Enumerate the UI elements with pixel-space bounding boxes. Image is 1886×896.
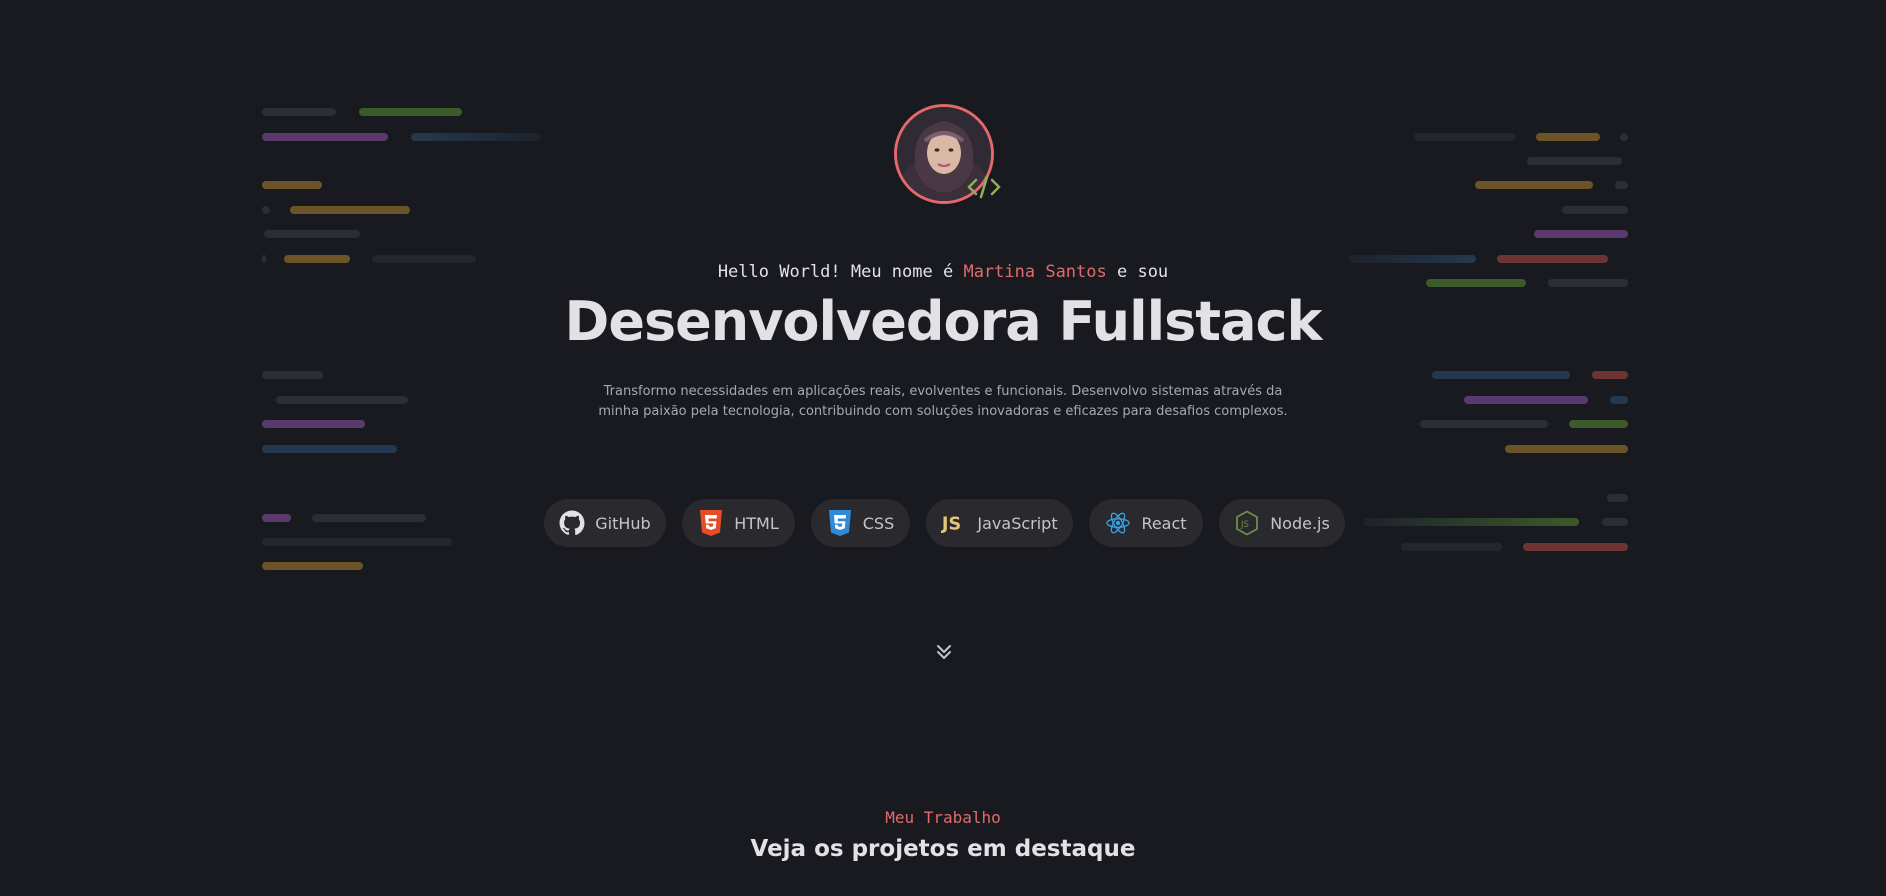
tech-pill-css[interactable]: CSS bbox=[811, 499, 910, 547]
intro-prefix: Hello World! Meu nome é bbox=[717, 262, 964, 282]
github-icon bbox=[559, 510, 585, 536]
tech-pill-nodejs[interactable]: JS Node.js bbox=[1219, 499, 1345, 547]
tech-pill-github[interactable]: GitHub bbox=[544, 499, 666, 547]
javascript-icon: JS bbox=[941, 510, 967, 536]
tech-label: CSS bbox=[862, 513, 895, 533]
tech-label: Node.js bbox=[1270, 513, 1330, 533]
hero-headline: Desenvolvedora Fullstack bbox=[564, 290, 1323, 353]
section-kicker: Meu Trabalho bbox=[885, 808, 1001, 827]
css3-icon bbox=[827, 510, 853, 536]
tech-label: GitHub bbox=[595, 513, 651, 533]
svg-text:JS: JS bbox=[1240, 520, 1249, 530]
html5-icon bbox=[698, 510, 724, 536]
tech-pill-html[interactable]: HTML bbox=[682, 499, 795, 547]
description-line-2: minha paixão pela tecnologia, contribuin… bbox=[598, 404, 1288, 419]
developer-name: Martina Santos bbox=[963, 262, 1107, 282]
nodejs-icon: JS bbox=[1234, 510, 1260, 536]
description-line-1: Transformo necessidades em aplicações re… bbox=[603, 384, 1283, 399]
hero-intro: Hello World! Meu nome é Martina Santos e… bbox=[0, 262, 1886, 282]
chevrons-down-icon[interactable] bbox=[932, 640, 956, 664]
code-brackets-icon bbox=[967, 175, 1001, 199]
tech-pill-react[interactable]: React bbox=[1089, 499, 1203, 547]
profile-avatar-wrapper bbox=[894, 104, 1001, 204]
svg-text:JS: JS bbox=[941, 515, 961, 535]
tech-pill-javascript[interactable]: JS JavaScript bbox=[926, 499, 1073, 547]
tech-label: HTML bbox=[734, 513, 779, 533]
intro-suffix: e sou bbox=[1106, 262, 1169, 282]
tech-label: React bbox=[1141, 513, 1187, 533]
react-icon bbox=[1105, 510, 1131, 536]
tech-label: JavaScript bbox=[977, 513, 1058, 533]
hero-description: Transformo necessidades em aplicações re… bbox=[593, 382, 1293, 422]
section-title: Veja os projetos em destaque bbox=[750, 836, 1136, 862]
tech-stack-list: GitHub HTML CSS JS JavaScript React JS N… bbox=[0, 499, 1886, 547]
